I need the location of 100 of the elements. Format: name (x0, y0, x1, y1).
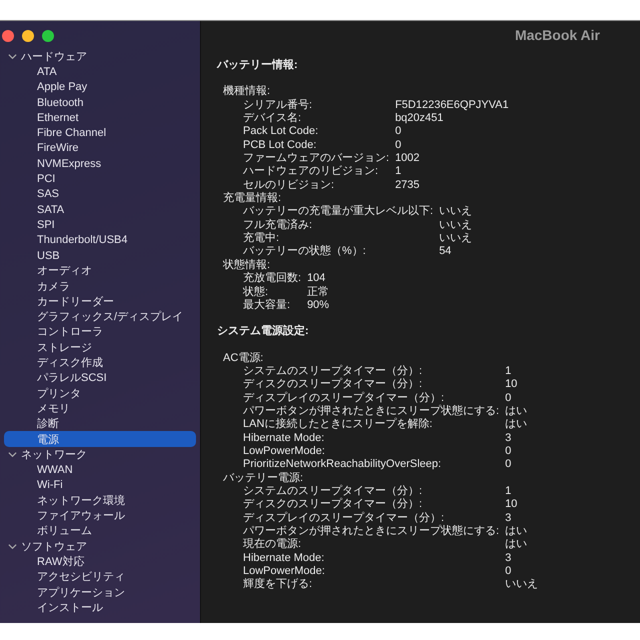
sidebar-item[interactable]: SPI (4, 217, 196, 233)
group-title: AC電源: (222, 352, 264, 365)
sidebar-item[interactable]: ストレージ (4, 340, 196, 355)
sidebar-item[interactable]: Apple Pay (4, 80, 196, 95)
field-value: 10 (505, 378, 518, 392)
field-label: シリアル番号: (243, 98, 314, 112)
field-value: 正常 (307, 286, 330, 299)
field-value: いいえ (439, 218, 472, 232)
field-value: 90% (307, 298, 330, 312)
field-value: 3 (505, 432, 512, 445)
field-value: 10 (505, 498, 518, 512)
sidebar-item[interactable]: アプリケーション (4, 584, 196, 600)
sidebar-item[interactable]: Wi-Fi (4, 477, 196, 493)
field-value: 54 (439, 245, 452, 259)
field-label: 最大容量: (243, 298, 292, 312)
sidebar-item[interactable]: PCI (4, 171, 196, 187)
field-label: Pack Lot Code: (243, 125, 320, 139)
field-label: バッテリーの充電量が重大レベル以下: (243, 205, 434, 218)
sidebar-item[interactable]: NVMExpress (4, 156, 196, 172)
field-value: はい (505, 538, 528, 552)
sidebar-item[interactable]: ATA (4, 64, 196, 80)
sidebar-item[interactable]: Bluetooth (4, 94, 196, 110)
sidebar-item[interactable]: インストール (4, 600, 196, 615)
section-title: システム電源設定: (217, 325, 310, 339)
group-title: 充電量情報: (222, 192, 282, 206)
sidebar-item[interactable]: メモリ (4, 400, 196, 416)
sidebar-item[interactable]: USB (4, 248, 196, 264)
field-label: パワーボタンが押されたときにスリープ状態にする: (243, 525, 500, 538)
sidebar-item[interactable]: コントローラ (4, 324, 196, 340)
chevron-icon[interactable] (8, 450, 17, 459)
field-label: パワーボタンが押されたときにスリープ状態にする: (243, 404, 500, 418)
sidebar-item[interactable]: ディスク作成 (4, 354, 196, 370)
sidebar-item[interactable]: グラフィックス/ディスプレイ (4, 309, 196, 324)
field-label: デバイス名: (243, 112, 302, 126)
sidebar-item[interactable]: 電源 (4, 431, 196, 447)
sidebar-section[interactable]: ハードウェア (21, 49, 87, 64)
field-label: PrioritizeNetworkReachabilityOverSleep: (243, 458, 442, 472)
sidebar-item[interactable]: SAS (4, 186, 196, 202)
field-value: 1 (505, 484, 512, 498)
field-value: 0 (505, 565, 512, 578)
field-label: システムのスリープタイマー（分）: (243, 484, 424, 498)
sidebar-section[interactable]: ソフトウェア (21, 538, 87, 554)
window-title: MacBook Air (514, 27, 600, 43)
sidebar-section[interactable]: ネットワーク (21, 446, 87, 462)
field-label: システムのスリープタイマー（分）: (243, 364, 424, 378)
sidebar-item[interactable]: ボリューム (4, 523, 196, 538)
field-label: フル充電済み: (243, 218, 314, 232)
field-value: 1 (395, 165, 402, 179)
field-label: 充電中: (243, 232, 280, 246)
close-button[interactable] (2, 30, 14, 42)
field-label: ディスクのスリープタイマー（分）: (243, 498, 424, 512)
sidebar-item[interactable]: Thunderbolt/USB4 (4, 232, 196, 248)
field-value: 1 (505, 364, 512, 378)
field-label: LowPowerMode: (243, 565, 326, 578)
field-label: ディスクのスリープタイマー（分）: (243, 378, 424, 392)
field-value: 3 (505, 552, 512, 566)
sidebar-item[interactable]: FireWire (4, 140, 196, 156)
field-value: 1002 (395, 152, 421, 166)
sidebar-item[interactable]: カードリーダー (4, 294, 196, 310)
sidebar-item[interactable]: オーディオ (4, 263, 196, 278)
field-label: LowPowerMode: (243, 444, 326, 458)
field-value: 0 (505, 392, 512, 405)
field-label: 輝度を下げる: (243, 578, 314, 592)
field-label: ハードウェアのリビジョン: (243, 165, 380, 179)
sidebar-item[interactable]: カメラ (4, 278, 196, 294)
field-label: 状態: (243, 286, 270, 298)
section-title: バッテリー情報: (217, 59, 299, 72)
sidebar-item[interactable]: パラレルSCSI (4, 370, 196, 386)
zoom-button[interactable] (42, 30, 54, 42)
minimize-button[interactable] (22, 30, 34, 42)
field-label: 充放電回数: (243, 272, 302, 286)
field-value: いいえ (439, 232, 472, 246)
field-label: Hibernate Mode: (243, 552, 326, 566)
sidebar-item[interactable]: ネットワーク環境 (4, 492, 196, 508)
field-value: いいえ (505, 578, 538, 592)
sidebar-item[interactable]: Ethernet (4, 110, 196, 126)
sidebar-item[interactable]: アクセシビリティ (4, 569, 196, 584)
field-label: セルのリビジョン: (243, 178, 336, 192)
sidebar-item[interactable]: SATA (4, 202, 196, 218)
group-title: 機種情報: (222, 85, 272, 99)
sidebar-item[interactable]: RAW対応 (4, 554, 196, 570)
group-title: 状態情報: (222, 258, 272, 272)
chevron-icon[interactable] (8, 542, 17, 551)
field-label: Hibernate Mode: (243, 432, 326, 445)
sidebar-item[interactable]: プリンタ (4, 386, 196, 401)
field-value: 0 (505, 444, 512, 458)
field-value: bq20z451 (395, 112, 444, 126)
field-value: 2735 (395, 178, 421, 192)
field-label: PCB Lot Code: (243, 138, 318, 152)
sidebar-item[interactable]: Fibre Channel (4, 125, 196, 141)
chevron-icon[interactable] (8, 52, 17, 62)
sidebar-item[interactable]: 診断 (4, 416, 196, 432)
group-title: バッテリー電源: (222, 472, 304, 485)
field-label: LANに接続したときにスリープを解除: (243, 418, 434, 432)
field-label: ファームウェアのバージョン: (243, 152, 390, 165)
sidebar-item[interactable]: ファイアウォール (4, 508, 196, 524)
field-label: ディスプレイのスリープタイマー（分）: (243, 392, 446, 404)
field-value: はい (505, 525, 528, 538)
field-value: 104 (307, 272, 326, 286)
sidebar-item[interactable]: WWAN (4, 462, 196, 478)
